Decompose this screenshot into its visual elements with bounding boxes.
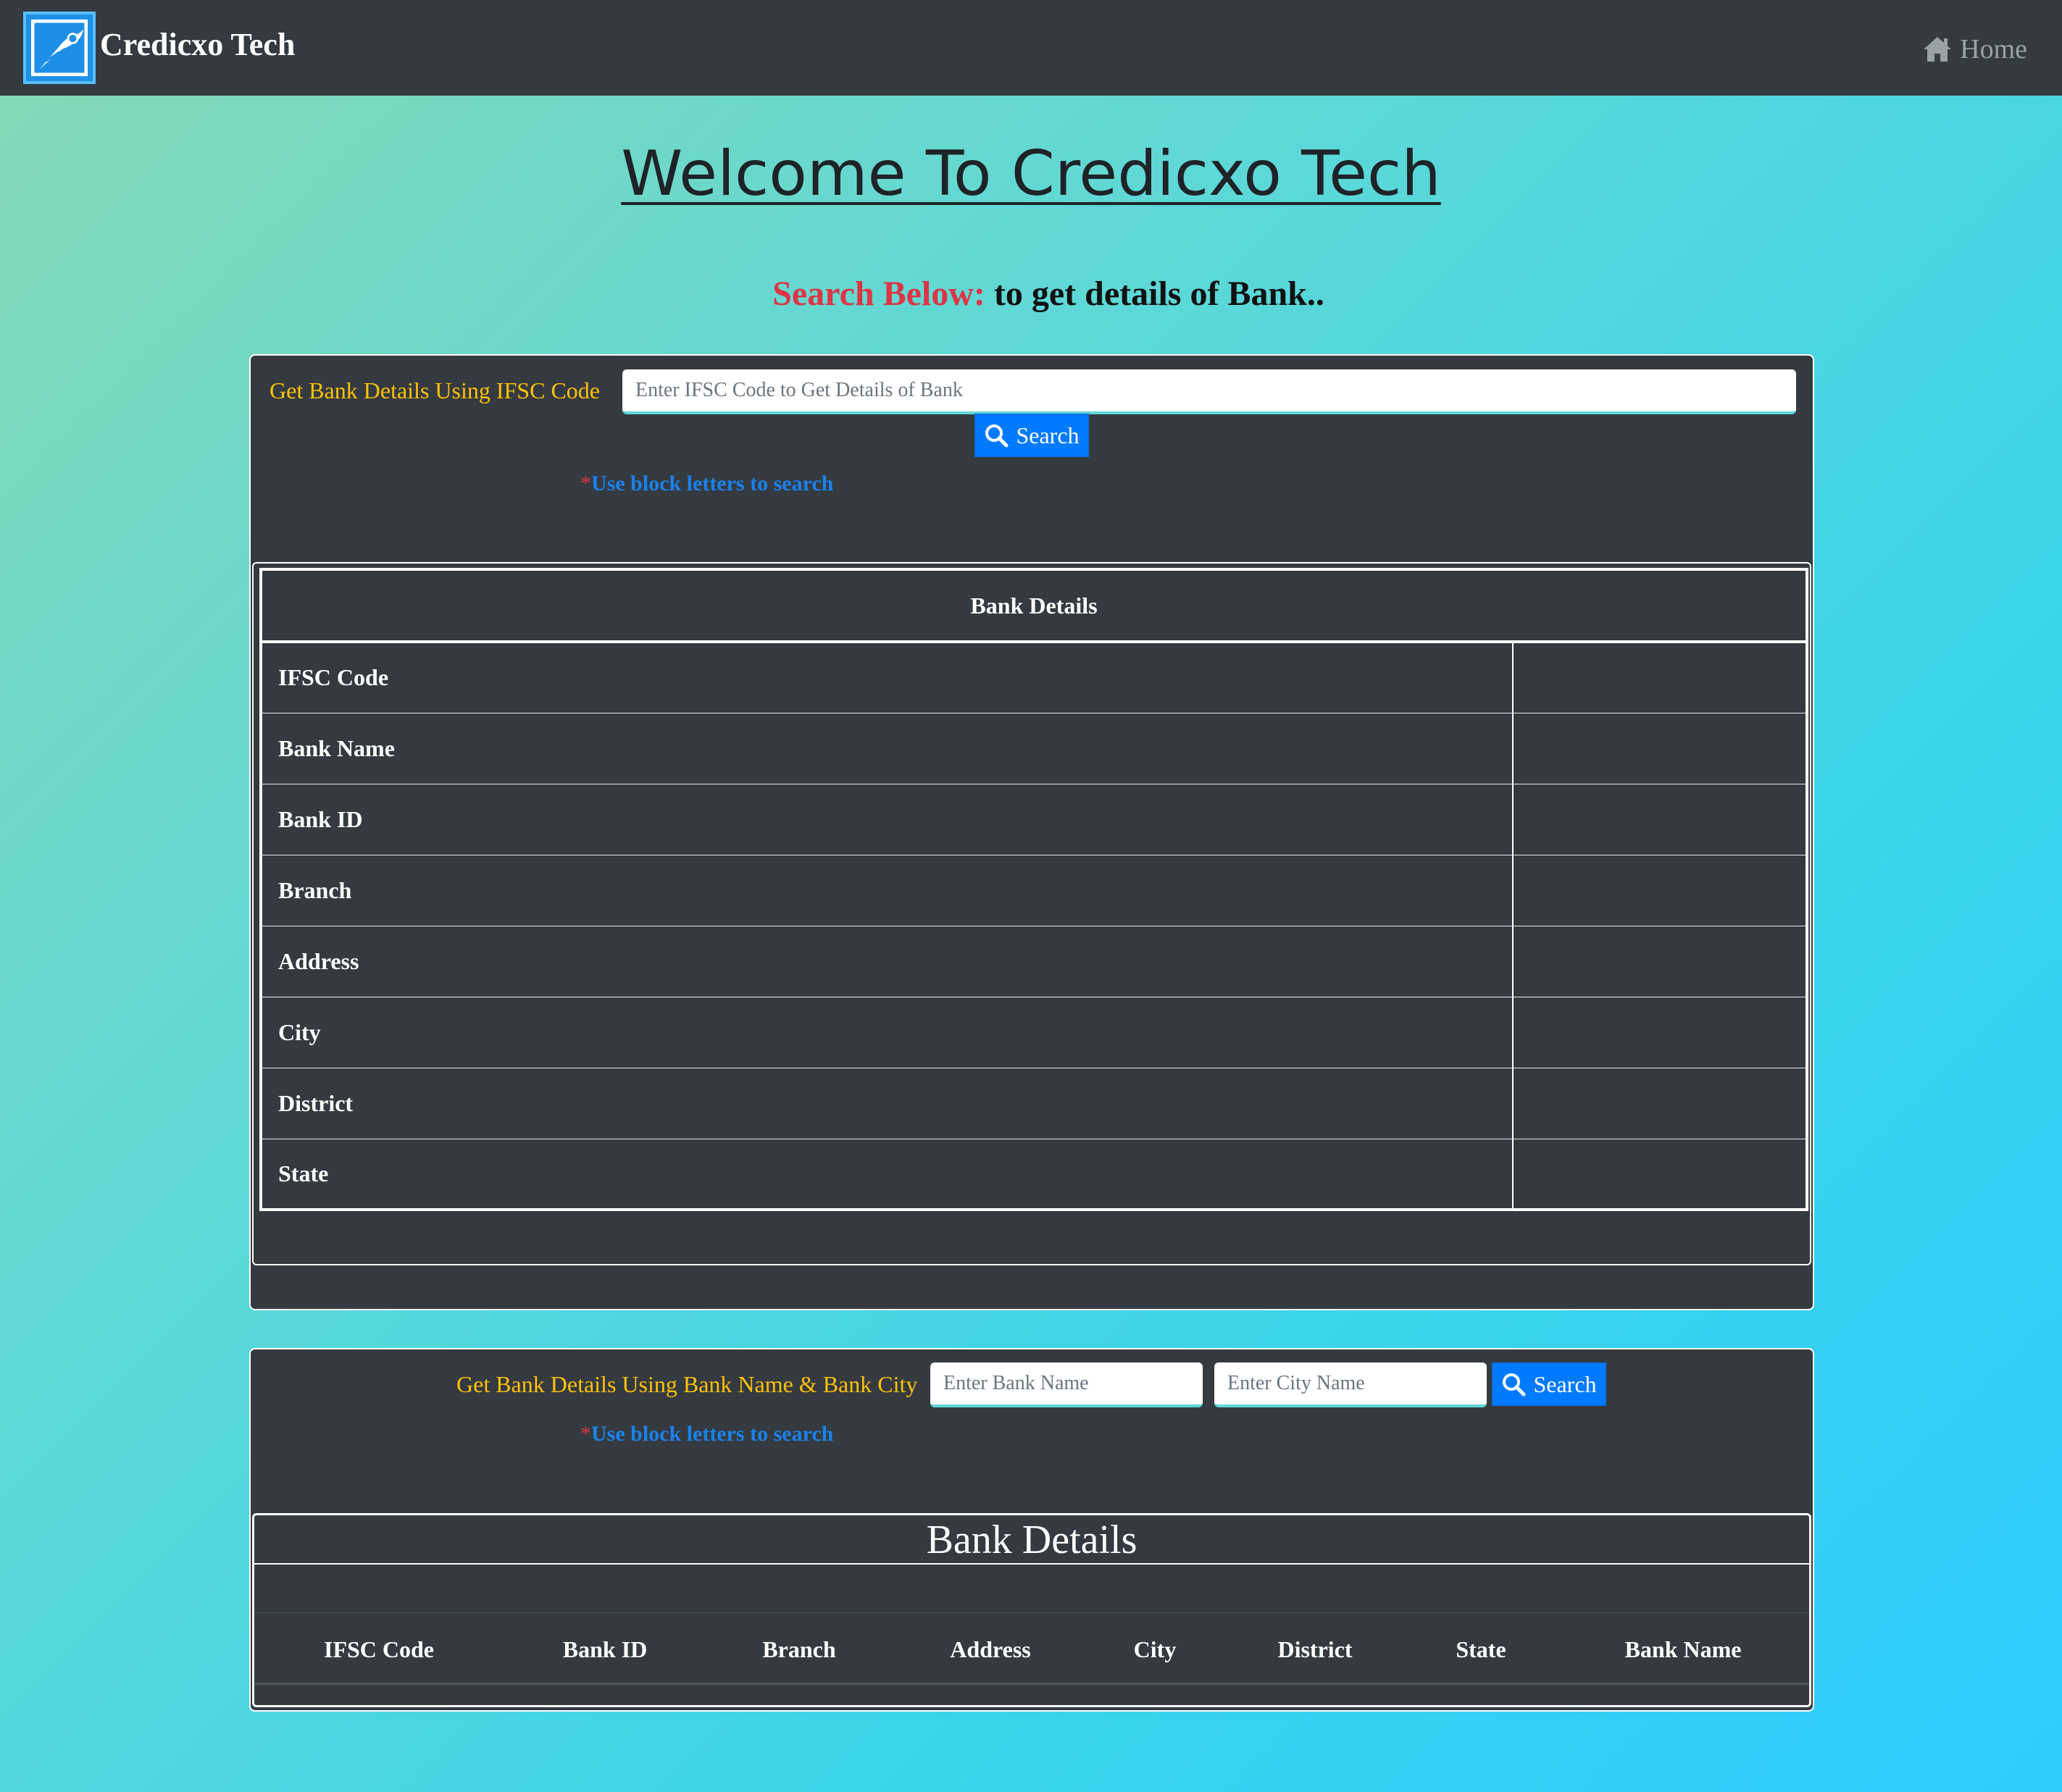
results-table: Bank Details IFSC Code Bank ID Branch Ad… <box>252 1513 1811 1707</box>
name-city-search-button-label: Search <box>1533 1370 1597 1397</box>
home-link[interactable]: Home <box>1922 33 2027 65</box>
row-label-address: Address <box>261 925 1513 997</box>
row-value-district <box>1512 1067 1807 1139</box>
row-label-city: City <box>261 996 1513 1068</box>
col-address: Address <box>950 1636 1031 1662</box>
note-asterisk: * <box>580 472 591 495</box>
col-district: District <box>1277 1636 1353 1662</box>
bird-logo-icon[interactable] <box>23 12 96 84</box>
row-label-ifsc-code: IFSC Code <box>261 641 1513 713</box>
name-city-search-panel: Get Bank Details Using Bank Name & Bank … <box>249 1348 1814 1712</box>
table-row: City <box>261 996 1807 1068</box>
row-label-bank-id: Bank ID <box>261 783 1513 855</box>
table-row: Address <box>261 925 1807 997</box>
bank-name-input[interactable] <box>930 1362 1203 1407</box>
bank-details-table-wrapper: Bank Details IFSC Code Bank Name Bank ID… <box>252 562 1811 1265</box>
page-title: Welcome To Credicxo Tech <box>621 138 1441 210</box>
ifsc-input[interactable] <box>622 369 1796 414</box>
results-table-title: Bank Details <box>254 1515 1809 1565</box>
table-row: Bank ID <box>261 783 1807 855</box>
col-ifsc-code: IFSC Code <box>323 1636 435 1662</box>
table-row: Branch <box>261 854 1807 926</box>
col-state: State <box>1456 1636 1506 1662</box>
row-label-district: District <box>261 1067 1513 1139</box>
home-icon <box>1922 35 1953 63</box>
block-letters-note: *Use block letters to search <box>580 1422 833 1446</box>
col-bank-name: Bank Name <box>1624 1636 1742 1662</box>
block-letters-note: *Use block letters to search <box>580 472 833 496</box>
ifsc-search-button-label: Search <box>1016 422 1080 448</box>
table-row: State <box>261 1138 1807 1210</box>
row-value-ifsc-code <box>1512 641 1807 713</box>
row-value-address <box>1512 925 1807 997</box>
table-row: District <box>261 1067 1807 1139</box>
row-value-bank-name <box>1512 712 1807 784</box>
name-city-search-label: Get Bank Details Using Bank Name & Bank … <box>456 1371 918 1397</box>
page-subtitle: Search Below: to get details of Bank.. <box>0 274 2062 314</box>
col-bank-id: Bank ID <box>562 1636 648 1662</box>
table-row: Bank Name <box>261 712 1807 784</box>
navbar: Credicxo Tech Home <box>0 0 2062 96</box>
name-city-search-button[interactable]: Search <box>1492 1362 1606 1406</box>
ifsc-search-panel: Get Bank Details Using IFSC Code Search … <box>249 354 1814 1310</box>
table-row: IFSC Code <box>261 641 1807 713</box>
row-value-branch <box>1512 854 1807 926</box>
subtitle-text: to get details of Bank.. <box>985 275 1324 313</box>
row-label-bank-name: Bank Name <box>261 712 1513 784</box>
search-icon <box>1501 1372 1526 1397</box>
note-asterisk: * <box>580 1422 591 1446</box>
row-value-city <box>1512 996 1807 1068</box>
note-text: Use block letters to search <box>591 1422 834 1446</box>
row-value-bank-id <box>1512 783 1807 855</box>
ifsc-search-label: Get Bank Details Using IFSC Code <box>270 377 600 403</box>
city-name-input[interactable] <box>1214 1362 1487 1407</box>
home-label: Home <box>1960 34 2027 64</box>
note-text: Use block letters to search <box>591 472 834 495</box>
subtitle-highlight: Search Below: <box>772 275 985 313</box>
row-label-state: State <box>261 1138 1513 1210</box>
results-table-header: IFSC Code Bank ID Branch Address City Di… <box>254 1612 1809 1685</box>
ifsc-search-button[interactable]: Search <box>974 414 1089 457</box>
col-city: City <box>1133 1636 1177 1662</box>
bank-details-header: Bank Details <box>261 569 1807 643</box>
brand-name[interactable]: Credicxo Tech <box>100 26 295 63</box>
col-branch: Branch <box>762 1636 836 1662</box>
bank-details-table: Bank Details IFSC Code Bank Name Bank ID… <box>259 568 1808 1211</box>
search-icon <box>984 423 1009 448</box>
row-label-branch: Branch <box>261 854 1513 926</box>
row-value-state <box>1512 1138 1807 1210</box>
